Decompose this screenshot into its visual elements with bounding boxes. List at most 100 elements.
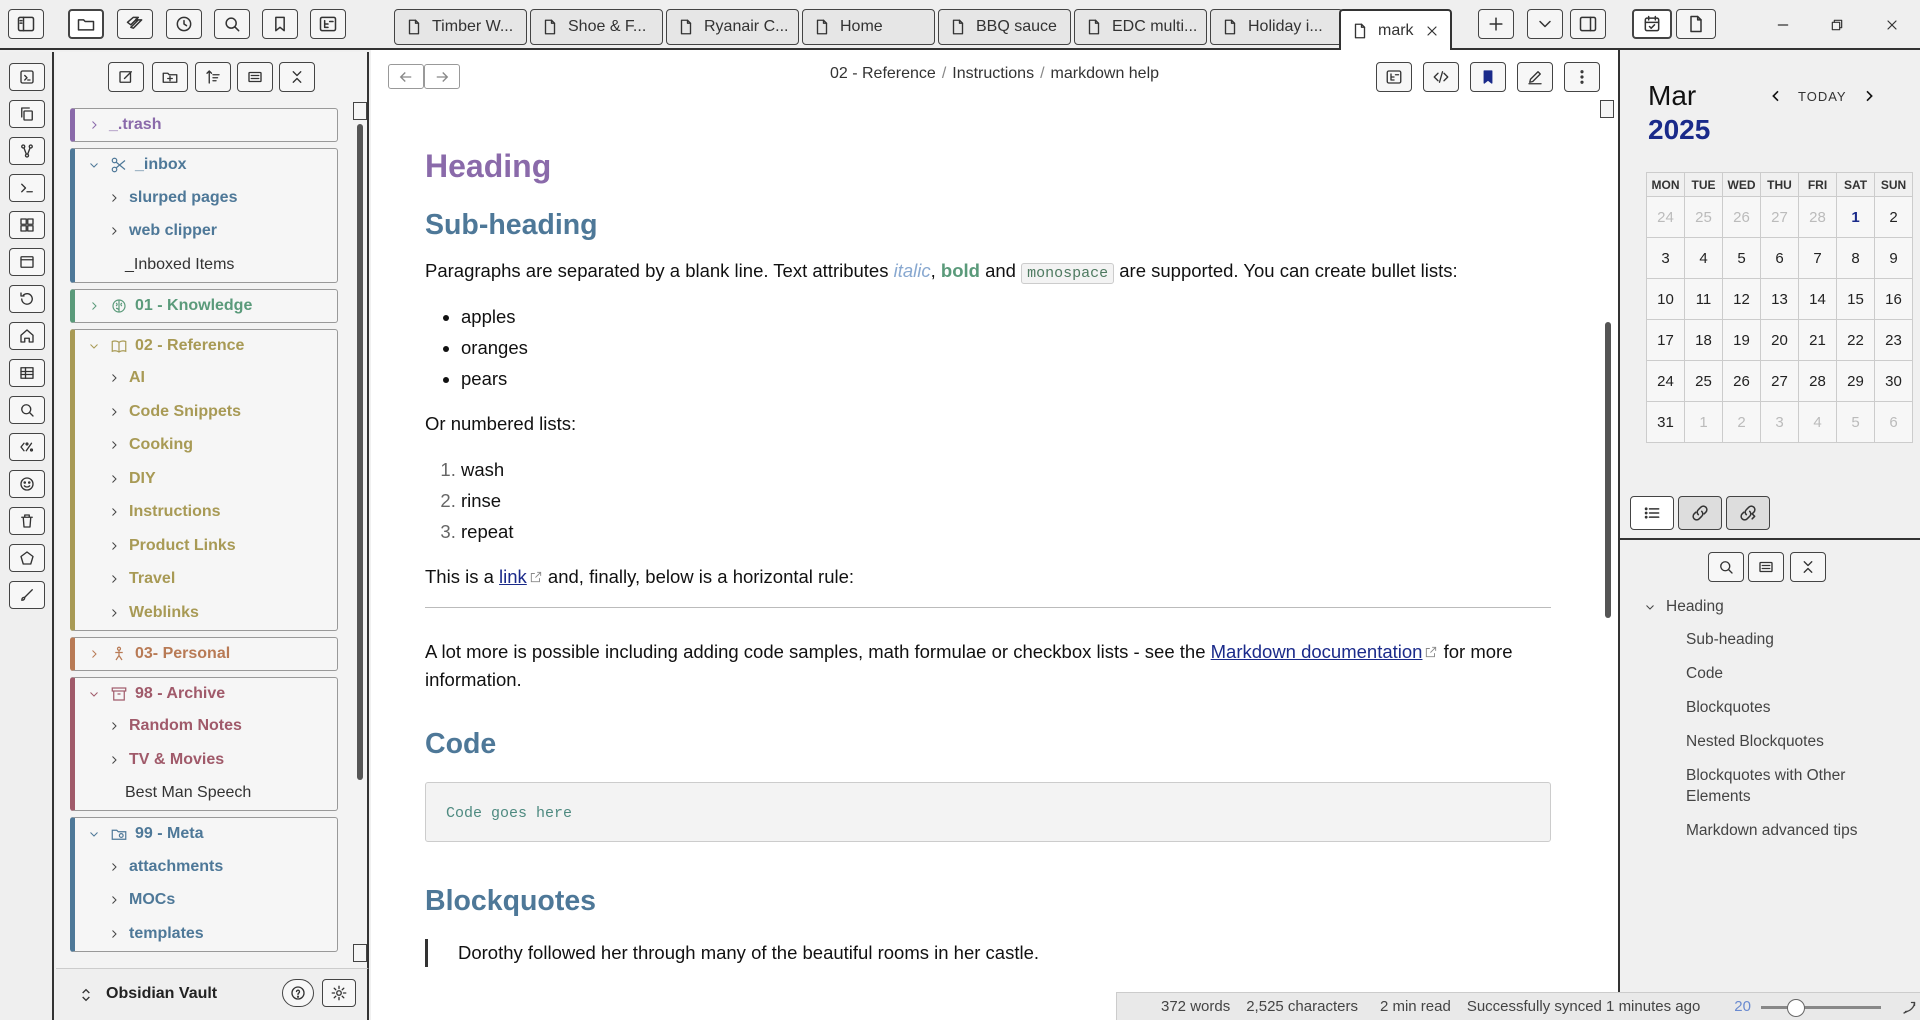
calendar-day[interactable]: 24 — [1646, 196, 1685, 238]
outline-action-button[interactable] — [1376, 62, 1412, 92]
outgoing-links-tab[interactable] — [1726, 496, 1770, 530]
ribbon-table[interactable] — [9, 359, 45, 387]
calendar-day[interactable]: 4 — [1798, 401, 1837, 443]
help-button[interactable] — [282, 979, 314, 1007]
outline-item[interactable]: Code — [1686, 663, 1914, 684]
new-note-button[interactable] — [108, 62, 144, 92]
subfolder-item[interactable]: Instructions — [75, 496, 337, 530]
link[interactable]: link — [499, 566, 527, 587]
bookmark-button[interactable] — [1470, 62, 1506, 92]
breadcrumb-current[interactable]: markdown help — [1051, 65, 1160, 82]
folder-item[interactable]: 03- Personal — [75, 638, 337, 670]
edit-mode-button[interactable] — [1517, 62, 1553, 92]
calendar-day[interactable]: 26 — [1722, 196, 1761, 238]
calendar-day[interactable]: 3 — [1646, 237, 1685, 279]
ribbon-quick-switch[interactable] — [9, 63, 45, 91]
ribbon-history[interactable] — [9, 285, 45, 313]
maximize-button[interactable] — [1824, 12, 1850, 38]
ribbon-search[interactable] — [9, 396, 45, 424]
ribbon-canvas[interactable] — [9, 248, 45, 276]
zoom-slider[interactable] — [1760, 997, 1881, 1017]
more-options-button[interactable] — [1564, 62, 1600, 92]
editor-scrollbar[interactable] — [1605, 322, 1611, 618]
chevron-right-icon[interactable] — [105, 570, 123, 588]
outline-item[interactable]: Blockquotes — [1686, 697, 1914, 718]
tab-bbq[interactable]: BBQ sauce — [938, 9, 1071, 45]
calendar-day[interactable]: 17 — [1646, 319, 1685, 361]
chevron-right-icon[interactable] — [105, 891, 123, 909]
ribbon-home[interactable] — [9, 322, 45, 350]
recent-files-button[interactable] — [166, 9, 202, 39]
folder-item[interactable]: 99 - Meta — [75, 818, 337, 850]
chevron-down-icon[interactable] — [85, 685, 103, 703]
chevron-right-icon[interactable] — [105, 470, 123, 488]
collapse-all-button[interactable] — [279, 62, 315, 92]
calendar-day[interactable]: 5 — [1836, 401, 1875, 443]
calendar-day[interactable]: 19 — [1722, 319, 1761, 361]
chevron-right-icon[interactable] — [105, 717, 123, 735]
calendar-day[interactable]: 2 — [1874, 196, 1913, 238]
calendar-day[interactable]: 1 — [1836, 196, 1875, 238]
subfolder-item[interactable]: Weblinks — [75, 596, 337, 630]
tab-shoe[interactable]: Shoe & F... — [530, 9, 663, 45]
sync-status[interactable]: Successfully synced 1 minutes ago — [1467, 998, 1700, 1015]
subfolder-item[interactable]: Random Notes — [75, 710, 337, 744]
toggle-left-sidebar-button[interactable] — [8, 9, 44, 39]
calendar-day[interactable]: 7 — [1798, 237, 1837, 279]
subfolder-item[interactable]: web clipper — [75, 215, 337, 249]
calendar-day[interactable]: 28 — [1798, 360, 1837, 402]
chevron-right-icon[interactable] — [105, 537, 123, 555]
calendar-day[interactable]: 25 — [1684, 360, 1723, 402]
tab-markdown-help[interactable]: mark... — [1339, 9, 1452, 50]
auto-reveal-button[interactable] — [237, 62, 273, 92]
outline-item[interactable]: Nested Blockquotes — [1686, 731, 1914, 752]
calendar-day[interactable]: 4 — [1684, 237, 1723, 279]
tab-edc[interactable]: EDC multi... — [1074, 9, 1207, 45]
vault-name[interactable]: Obsidian Vault — [106, 985, 217, 1003]
subfolder-item[interactable]: DIY — [75, 462, 337, 496]
breadcrumb-item[interactable]: Instructions — [952, 65, 1034, 82]
calendar-day[interactable]: 15 — [1836, 278, 1875, 320]
vault-switch-icon[interactable] — [78, 985, 94, 1005]
chevron-right-icon[interactable] — [105, 858, 123, 876]
breadcrumb-item[interactable]: 02 - Reference — [830, 65, 936, 82]
file-view-button[interactable] — [1676, 9, 1716, 39]
sort-button[interactable] — [195, 62, 231, 92]
ribbon-terminal[interactable] — [9, 174, 45, 202]
chevron-right-icon[interactable] — [1861, 88, 1877, 104]
tree-view-button[interactable] — [310, 9, 346, 39]
bookmarks-view-button[interactable] — [262, 9, 298, 39]
subfolder-item[interactable]: Code Snippets — [75, 395, 337, 429]
sidebar-scrollbar[interactable] — [357, 124, 363, 780]
ribbon-emoji[interactable] — [9, 470, 45, 498]
chevron-right-icon[interactable] — [105, 436, 123, 454]
chevron-right-icon[interactable] — [105, 503, 123, 521]
outline-item[interactable]: Sub-heading — [1686, 629, 1914, 650]
chevron-right-icon[interactable] — [85, 645, 103, 663]
chevron-right-icon[interactable] — [105, 751, 123, 769]
subfolder-item[interactable]: attachments — [75, 850, 337, 884]
close-window-button[interactable] — [1879, 12, 1905, 38]
calendar-day[interactable]: 14 — [1798, 278, 1837, 320]
tab-holiday[interactable]: Holiday i... — [1210, 9, 1343, 45]
calendar-day[interactable]: 2 — [1722, 401, 1761, 443]
backlinks-tab[interactable] — [1678, 496, 1722, 530]
calendar-day[interactable]: 9 — [1874, 237, 1913, 279]
calendar-day[interactable]: 31 — [1646, 401, 1685, 443]
subfolder-item[interactable]: Travel — [75, 563, 337, 597]
outline-item[interactable]: Markdown advanced tips — [1686, 820, 1914, 841]
ribbon-draw[interactable] — [9, 581, 45, 609]
calendar-day[interactable]: 29 — [1836, 360, 1875, 402]
new-tab-button[interactable] — [1478, 9, 1514, 39]
calendar-day[interactable]: 25 — [1684, 196, 1723, 238]
folder-item[interactable]: 98 - Archive — [75, 678, 337, 710]
calendar-day[interactable]: 22 — [1836, 319, 1875, 361]
chevron-right-icon[interactable] — [85, 116, 103, 134]
chevron-right-icon[interactable] — [105, 925, 123, 943]
chevron-down-icon[interactable] — [85, 156, 103, 174]
subfolder-item[interactable]: templates — [75, 917, 337, 951]
new-folder-button[interactable] — [152, 62, 188, 92]
chevron-right-icon[interactable] — [85, 297, 103, 315]
outline-item-heading[interactable]: Heading — [1644, 598, 1914, 616]
tab-timber[interactable]: Timber W... — [394, 9, 527, 45]
